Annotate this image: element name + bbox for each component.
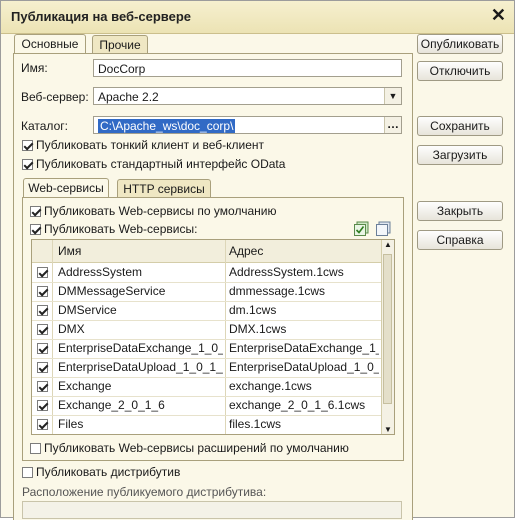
- row-checkbox[interactable]: [37, 286, 48, 297]
- publish-distrib-label: Публиковать дистрибутив: [36, 465, 181, 479]
- table-row[interactable]: DMX DMX.1cws: [32, 320, 381, 340]
- table-row[interactable]: Exchange_2_0_1_6 exchange_2_0_1_6.1cws: [32, 396, 381, 416]
- publish-button[interactable]: Опубликовать: [417, 34, 503, 54]
- table-row[interactable]: AddressSystem AddressSystem.1cws: [32, 263, 381, 283]
- publish-ws-ext-label: Публиковать Web-сервисы расширений по ум…: [44, 441, 349, 455]
- tab-http-services[interactable]: HTTP сервисы: [117, 179, 211, 198]
- web-services-table: Имя Адрес AddressSystem AddressSystem.1c…: [31, 239, 395, 435]
- row-address: dm.1cws: [229, 303, 277, 317]
- catalog-value: C:\Apache_ws\doc_corp\: [98, 119, 236, 133]
- row-checkbox[interactable]: [37, 400, 48, 411]
- name-label: Имя:: [21, 61, 48, 75]
- row-name: DMService: [58, 303, 117, 317]
- publish-ws-ext-checkbox[interactable]: [30, 443, 41, 454]
- check-all-icon[interactable]: [354, 221, 369, 236]
- table-row[interactable]: Files files.1cws: [32, 415, 381, 434]
- row-checkbox[interactable]: [37, 381, 48, 392]
- row-name: Exchange_2_0_1_6: [58, 398, 165, 412]
- browse-icon[interactable]: …: [384, 117, 401, 133]
- scroll-up-icon[interactable]: ▲: [384, 240, 392, 249]
- row-checkbox[interactable]: [37, 419, 48, 430]
- table-row[interactable]: Exchange exchange.1cws: [32, 377, 381, 397]
- distrib-location-label: Расположение публикуемого дистрибутива:: [22, 485, 267, 499]
- table-row[interactable]: EnterpriseDataUpload_1_0_1_1 EnterpriseD…: [32, 358, 381, 378]
- publish-ws-label: Публиковать Web-сервисы:: [44, 222, 198, 236]
- scroll-down-icon[interactable]: ▼: [384, 425, 392, 434]
- row-address: exchange_2_0_1_6.1cws: [229, 398, 366, 412]
- publish-thin-checkbox[interactable]: [22, 140, 33, 151]
- catalog-label: Каталог:: [21, 119, 68, 133]
- publish-thin-label: Публиковать тонкий клиент и веб-клиент: [36, 138, 265, 152]
- webserver-label: Веб-сервер:: [21, 90, 89, 104]
- table-row[interactable]: DMService dm.1cws: [32, 301, 381, 321]
- table-row[interactable]: EnterpriseDataExchange_1_0_... Enterpris…: [32, 339, 381, 359]
- tab-other[interactable]: Прочие: [92, 35, 148, 54]
- disable-button[interactable]: Отключить: [417, 61, 503, 81]
- row-name: Files: [58, 417, 84, 431]
- publish-distrib-checkbox[interactable]: [22, 467, 33, 478]
- table-header: Имя Адрес: [32, 240, 381, 263]
- row-address: AddressSystem.1cws: [229, 265, 344, 279]
- publish-ws-default-checkbox[interactable]: [30, 206, 41, 217]
- row-name: Exchange: [58, 379, 112, 393]
- publish-odata-label: Публиковать стандартный интерфейс OData: [36, 157, 286, 171]
- save-button[interactable]: Сохранить: [417, 116, 503, 136]
- col-address-header[interactable]: Адрес: [229, 242, 263, 261]
- row-name: EnterpriseDataExchange_1_0_...: [58, 341, 223, 355]
- tab-main[interactable]: Основные: [14, 34, 86, 54]
- row-name: AddressSystem: [58, 265, 143, 279]
- title-bar: Публикация на веб-сервере ✕: [1, 1, 514, 34]
- table-scrollbar[interactable]: ▲ ▼: [381, 240, 394, 434]
- dialog-title: Публикация на веб-сервере: [11, 9, 192, 24]
- row-address: EnterpriseDataExchange_1_...: [229, 341, 379, 355]
- row-checkbox[interactable]: [37, 324, 48, 335]
- col-name-header[interactable]: Имя: [58, 242, 81, 261]
- load-button[interactable]: Загрузить: [417, 145, 503, 165]
- row-address: dmmessage.1cws: [229, 284, 326, 298]
- scroll-thumb[interactable]: [383, 254, 392, 404]
- row-address: files.1cws: [229, 417, 282, 431]
- row-address: EnterpriseDataUpload_1_0_...: [229, 360, 379, 374]
- table-row[interactable]: DMMessageService dmmessage.1cws: [32, 282, 381, 302]
- publish-ws-default-label: Публиковать Web-сервисы по умолчанию: [44, 204, 277, 218]
- row-checkbox[interactable]: [37, 267, 48, 278]
- row-name: DMMessageService: [58, 284, 166, 298]
- row-name: EnterpriseDataUpload_1_0_1_1: [58, 360, 223, 374]
- row-checkbox[interactable]: [37, 305, 48, 316]
- uncheck-all-icon[interactable]: [376, 221, 391, 236]
- publish-odata-checkbox[interactable]: [22, 159, 33, 170]
- close-button[interactable]: Закрыть: [417, 201, 503, 221]
- close-icon[interactable]: ✕: [491, 5, 506, 26]
- publish-dialog: Публикация на веб-сервере ✕ Основные Про…: [0, 0, 515, 520]
- tab-web-services[interactable]: Web-сервисы: [23, 178, 109, 198]
- webserver-value: Apache 2.2: [98, 90, 159, 104]
- chevron-down-icon[interactable]: ▼: [384, 88, 401, 104]
- row-address: exchange.1cws: [229, 379, 312, 393]
- name-input[interactable]: DocCorp: [93, 59, 402, 77]
- row-name: DMX: [58, 322, 85, 336]
- row-checkbox[interactable]: [37, 343, 48, 354]
- publish-ws-checkbox[interactable]: [30, 224, 41, 235]
- row-checkbox[interactable]: [37, 362, 48, 373]
- help-button[interactable]: Справка: [417, 230, 503, 250]
- webserver-select[interactable]: Apache 2.2 ▼: [93, 87, 402, 105]
- catalog-input[interactable]: C:\Apache_ws\doc_corp\ …: [93, 116, 402, 134]
- row-address: DMX.1cws: [229, 322, 287, 336]
- distrib-location-input[interactable]: [22, 501, 402, 519]
